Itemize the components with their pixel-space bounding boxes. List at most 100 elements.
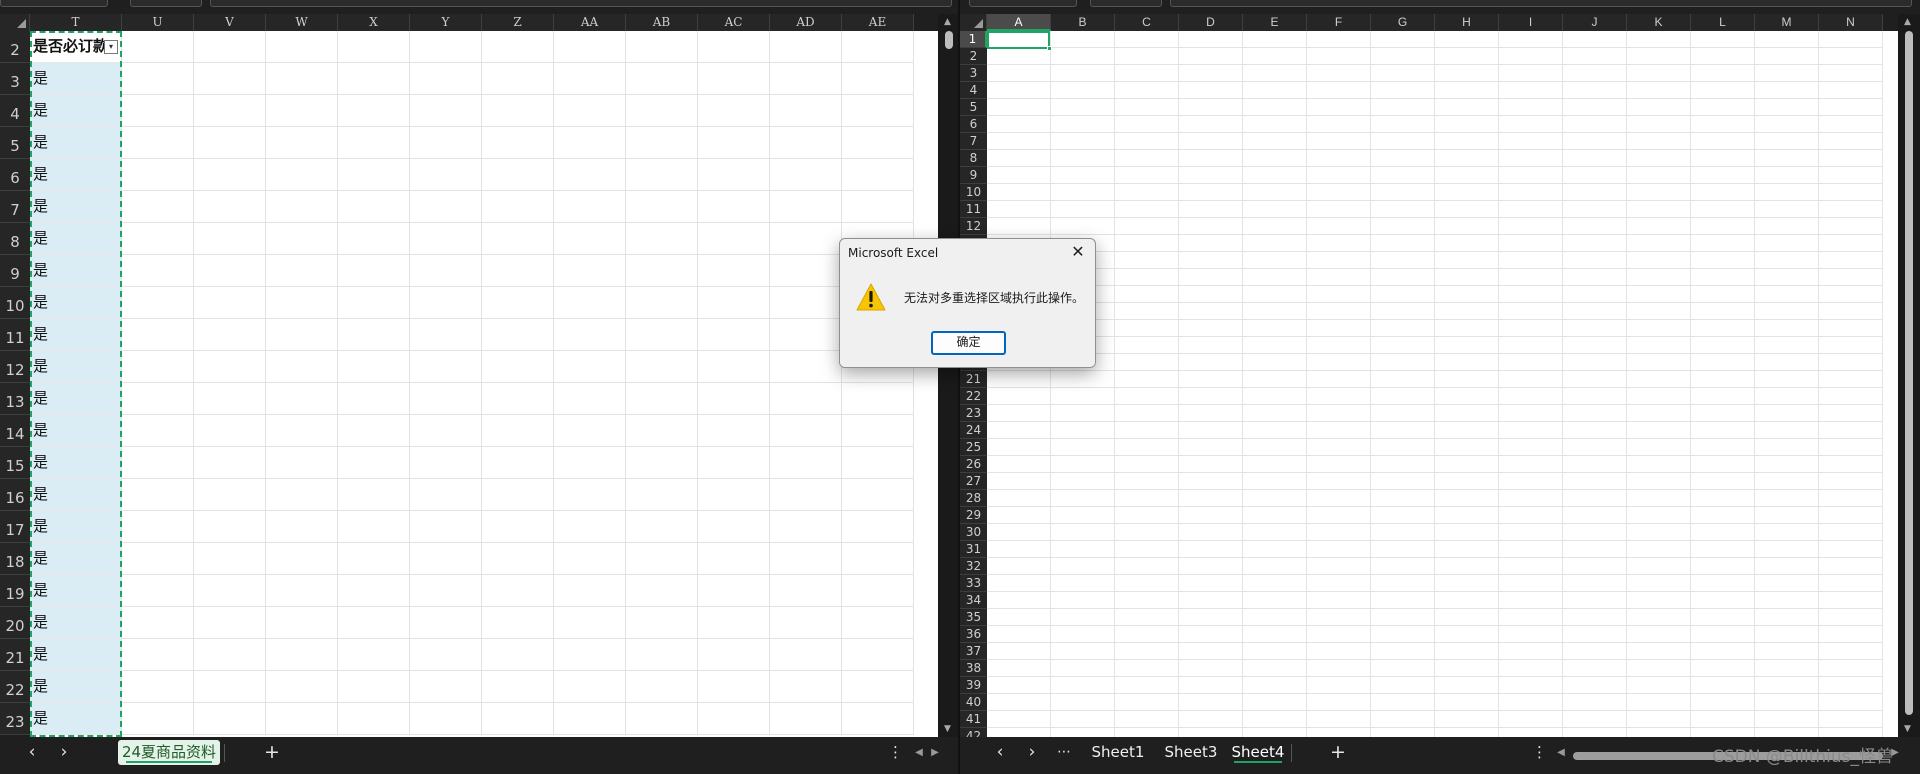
cell[interactable] — [987, 201, 1051, 218]
cell[interactable] — [1243, 218, 1307, 235]
cell[interactable] — [1307, 337, 1371, 354]
cell[interactable] — [1819, 252, 1883, 269]
row-header-9[interactable]: 9 — [960, 167, 987, 184]
cell-t8[interactable]: 是 — [30, 223, 122, 255]
row-header-36[interactable]: 36 — [960, 626, 987, 643]
column-header-z[interactable]: Z — [482, 14, 554, 31]
cell[interactable] — [1371, 711, 1435, 728]
cell[interactable] — [842, 31, 914, 63]
cell[interactable] — [1371, 320, 1435, 337]
cell[interactable] — [1243, 439, 1307, 456]
cell-t6[interactable]: 是 — [30, 159, 122, 191]
cell[interactable] — [1691, 490, 1755, 507]
cell[interactable] — [1627, 218, 1691, 235]
cell[interactable] — [1435, 626, 1499, 643]
cell[interactable] — [987, 524, 1051, 541]
right-vertical-scrollbar[interactable]: ▲ ▼ — [1898, 14, 1920, 737]
cell[interactable] — [770, 415, 842, 447]
cell[interactable] — [554, 447, 626, 479]
cell[interactable] — [626, 255, 698, 287]
cell[interactable] — [1691, 677, 1755, 694]
cell[interactable] — [1499, 507, 1563, 524]
cell[interactable] — [1819, 626, 1883, 643]
row-header-4[interactable]: 4 — [0, 95, 30, 127]
cell[interactable] — [1243, 490, 1307, 507]
cell[interactable] — [1179, 677, 1243, 694]
cell[interactable] — [1243, 201, 1307, 218]
cell[interactable] — [1115, 626, 1179, 643]
cell[interactable] — [1627, 643, 1691, 660]
cell[interactable] — [266, 319, 338, 351]
cell[interactable] — [1051, 371, 1115, 388]
cell[interactable] — [1307, 711, 1371, 728]
cell[interactable] — [1435, 524, 1499, 541]
cell[interactable] — [1435, 167, 1499, 184]
column-header-c[interactable]: C — [1115, 14, 1179, 31]
cell[interactable] — [1819, 320, 1883, 337]
cell[interactable] — [1755, 677, 1819, 694]
cell[interactable] — [1499, 303, 1563, 320]
cell[interactable] — [194, 703, 266, 735]
cell[interactable] — [1819, 31, 1883, 48]
cell[interactable] — [626, 447, 698, 479]
cell[interactable] — [1243, 473, 1307, 490]
cell[interactable] — [626, 639, 698, 671]
scroll-down-icon[interactable]: ▼ — [944, 725, 951, 734]
cell[interactable] — [1115, 592, 1179, 609]
cell[interactable] — [698, 639, 770, 671]
cell[interactable] — [122, 543, 194, 575]
cell[interactable] — [626, 351, 698, 383]
cell[interactable] — [1627, 575, 1691, 592]
cell[interactable] — [1307, 31, 1371, 48]
cell[interactable] — [554, 255, 626, 287]
cell[interactable] — [1371, 218, 1435, 235]
cell[interactable] — [1819, 354, 1883, 371]
right-formula-controls[interactable] — [1090, 0, 1162, 7]
cell[interactable] — [698, 223, 770, 255]
cell[interactable] — [338, 447, 410, 479]
cell[interactable] — [698, 127, 770, 159]
row-header-23[interactable]: 23 — [0, 703, 30, 735]
cell[interactable] — [1499, 592, 1563, 609]
cell[interactable] — [1819, 65, 1883, 82]
cell[interactable] — [482, 543, 554, 575]
cell[interactable] — [410, 479, 482, 511]
cell[interactable] — [1051, 541, 1115, 558]
cell[interactable] — [410, 351, 482, 383]
cell[interactable] — [1691, 473, 1755, 490]
cell-t22[interactable]: 是 — [30, 671, 122, 703]
cell[interactable] — [987, 728, 1051, 737]
cell[interactable] — [698, 95, 770, 127]
cell[interactable] — [987, 456, 1051, 473]
cell[interactable] — [1691, 592, 1755, 609]
cell[interactable] — [698, 351, 770, 383]
cell[interactable] — [770, 255, 842, 287]
cell[interactable] — [1179, 694, 1243, 711]
cell[interactable] — [1179, 354, 1243, 371]
cell[interactable] — [1755, 252, 1819, 269]
cell[interactable] — [1755, 99, 1819, 116]
row-header-29[interactable]: 29 — [960, 507, 987, 524]
cell[interactable] — [1115, 558, 1179, 575]
cell[interactable] — [1627, 371, 1691, 388]
cell[interactable] — [1435, 439, 1499, 456]
row-header-6[interactable]: 6 — [960, 116, 987, 133]
cell[interactable] — [1307, 405, 1371, 422]
cell[interactable] — [410, 127, 482, 159]
cell[interactable] — [987, 609, 1051, 626]
cell[interactable] — [482, 447, 554, 479]
cell[interactable] — [1435, 490, 1499, 507]
cell[interactable] — [1499, 524, 1563, 541]
cell[interactable] — [1115, 422, 1179, 439]
cell[interactable] — [482, 31, 554, 63]
cell[interactable] — [1371, 99, 1435, 116]
cell[interactable] — [482, 415, 554, 447]
cell[interactable] — [1243, 286, 1307, 303]
cell[interactable] — [410, 415, 482, 447]
row-header-21[interactable]: 21 — [0, 639, 30, 671]
cell[interactable] — [987, 150, 1051, 167]
cell[interactable] — [1499, 660, 1563, 677]
cell[interactable] — [1115, 439, 1179, 456]
row-header-9[interactable]: 9 — [0, 255, 30, 287]
cell[interactable] — [1307, 82, 1371, 99]
